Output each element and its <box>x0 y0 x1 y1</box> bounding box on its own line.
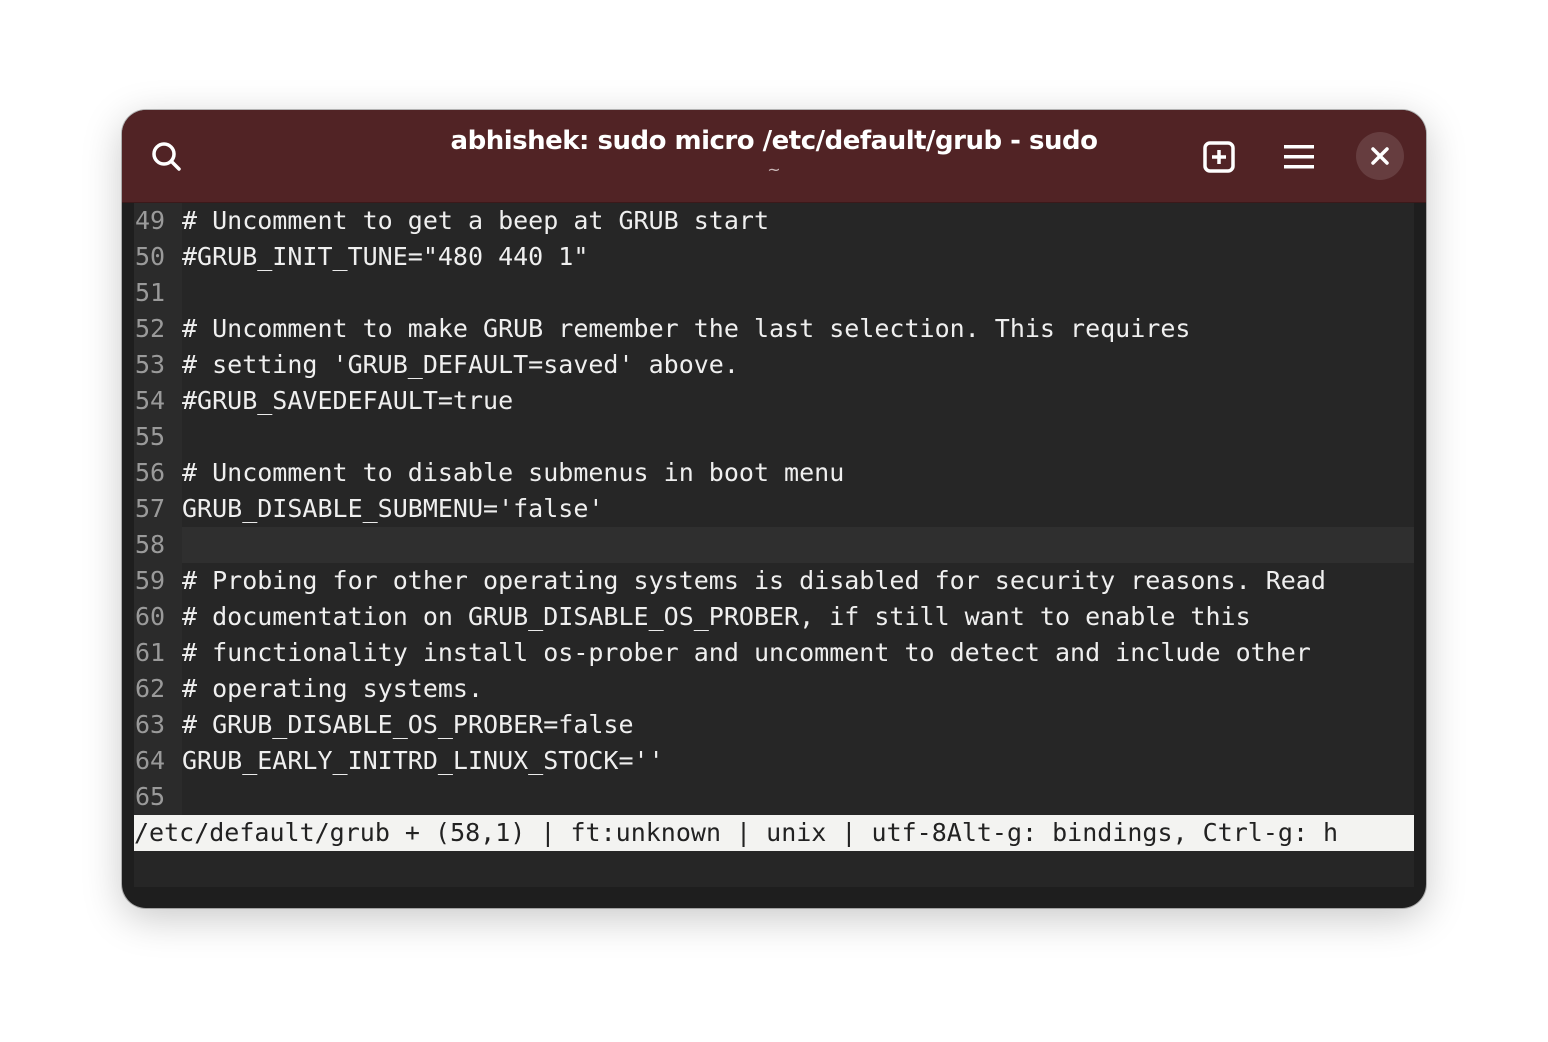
line-number-text: 60 <box>135 602 166 631</box>
search-icon <box>152 142 181 171</box>
editor-line[interactable]: 63 # GRUB_DISABLE_OS_PROBER=false <box>134 707 1414 743</box>
editor-status-bar: /etc/default/grub + (58,1) | ft:unknown … <box>134 815 1414 851</box>
editor-line[interactable]: 51 <box>134 275 1414 311</box>
line-number-text: 65 <box>135 782 166 811</box>
editor-line[interactable]: 56 # Uncomment to disable submenus in boo… <box>134 455 1414 491</box>
search-button[interactable] <box>144 134 190 180</box>
terminal-window: abhishek: sudo micro /etc/default/grub -… <box>122 110 1426 908</box>
line-text: # operating systems. <box>182 674 484 703</box>
editor-line[interactable]: 53 # setting 'GRUB_DEFAULT=saved' above. <box>134 347 1414 383</box>
line-number: 65 <box>134 779 182 815</box>
line-text: # Uncomment to get a beep at GRUB start <box>182 206 769 235</box>
line-number: 53 <box>134 347 182 383</box>
line-number-text: 53 <box>135 350 166 379</box>
editor-line[interactable]: 64 GRUB_EARLY_INITRD_LINUX_STOCK='' <box>134 743 1414 779</box>
line-number: 54 <box>134 383 182 419</box>
line-number: 51 <box>134 275 182 311</box>
line-text: #GRUB_INIT_TUNE="480 440 1" <box>182 242 589 271</box>
line-text: # functionality install os-prober and un… <box>182 638 1311 667</box>
line-number: 52 <box>134 311 182 347</box>
line-number-text: 55 <box>135 422 166 451</box>
close-icon <box>1371 147 1389 165</box>
title-area: abhishek: sudo micro /etc/default/grub -… <box>372 122 1176 178</box>
line-text: # setting 'GRUB_DEFAULT=saved' above. <box>182 350 739 379</box>
line-number-text: 62 <box>135 674 166 703</box>
line-number: 63 <box>134 707 182 743</box>
line-number-text: 54 <box>135 386 166 415</box>
line-number: 49 <box>134 203 182 239</box>
line-text: GRUB_EARLY_INITRD_LINUX_STOCK='' <box>182 746 664 775</box>
line-number-text: 49 <box>135 206 166 235</box>
main-menu-button[interactable] <box>1276 134 1322 180</box>
line-number-text: 51 <box>135 278 166 307</box>
window-title: abhishek: sudo micro /etc/default/grub -… <box>450 126 1098 156</box>
line-number-text: 63 <box>135 710 166 739</box>
line-number: 55 <box>134 419 182 455</box>
line-number-text: 61 <box>135 638 166 667</box>
line-text: GRUB_DISABLE_SUBMENU='false' <box>182 494 604 523</box>
line-number-text: 64 <box>135 746 166 775</box>
line-number: 64 <box>134 743 182 779</box>
editor-line[interactable]: 52 # Uncomment to make GRUB remember the … <box>134 311 1414 347</box>
terminal-content[interactable]: 49 # Uncomment to get a beep at GRUB star… <box>134 203 1414 887</box>
line-number-text: 50 <box>135 242 166 271</box>
line-number: 59 <box>134 563 182 599</box>
line-number: 61 <box>134 635 182 671</box>
line-number: 58 <box>134 527 182 563</box>
line-text: # Uncomment to disable submenus in boot … <box>182 458 845 487</box>
editor-line[interactable]: 55 <box>134 419 1414 455</box>
new-tab-button[interactable] <box>1196 134 1242 180</box>
editor-line[interactable]: 49 # Uncomment to get a beep at GRUB star… <box>134 203 1414 239</box>
line-number: 56 <box>134 455 182 491</box>
line-number-text: 59 <box>135 566 166 595</box>
line-number-text: 58 <box>135 530 166 559</box>
editor-line[interactable]: 61 # functionality install os-prober and … <box>134 635 1414 671</box>
line-text: #GRUB_SAVEDEFAULT=true <box>182 386 514 415</box>
line-number: 62 <box>134 671 182 707</box>
line-number-text: 52 <box>135 314 166 343</box>
line-number: 50 <box>134 239 182 275</box>
line-text: # GRUB_DISABLE_OS_PROBER=false <box>182 710 634 739</box>
line-number-text: 57 <box>135 494 166 523</box>
editor-line[interactable]: 54 #GRUB_SAVEDEFAULT=true <box>134 383 1414 419</box>
command-line-area[interactable] <box>134 851 1414 887</box>
editor-line[interactable]: 57 GRUB_DISABLE_SUBMENU='false' <box>134 491 1414 527</box>
editor-line[interactable]: 58 <box>134 527 1414 563</box>
editor-line[interactable]: 62 # operating systems. <box>134 671 1414 707</box>
line-number: 60 <box>134 599 182 635</box>
line-number: 57 <box>134 491 182 527</box>
close-button[interactable] <box>1356 132 1404 180</box>
editor-line[interactable]: 59 # Probing for other operating systems … <box>134 563 1414 599</box>
line-text: # Probing for other operating systems is… <box>182 566 1326 595</box>
editor-line[interactable]: 50 #GRUB_INIT_TUNE="480 440 1" <box>134 239 1414 275</box>
title-bar: abhishek: sudo micro /etc/default/grub -… <box>122 110 1426 203</box>
line-text: # documentation on GRUB_DISABLE_OS_PROBE… <box>182 602 1251 631</box>
line-number-text: 56 <box>135 458 166 487</box>
editor-line[interactable]: 60 # documentation on GRUB_DISABLE_OS_PRO… <box>134 599 1414 635</box>
editor-line[interactable]: 65 <box>134 779 1414 815</box>
hamburger-menu-icon <box>1284 145 1314 169</box>
window-subtitle: ~ <box>767 160 781 179</box>
new-tab-icon <box>1203 141 1235 173</box>
line-text: # Uncomment to make GRUB remember the la… <box>182 314 1191 343</box>
